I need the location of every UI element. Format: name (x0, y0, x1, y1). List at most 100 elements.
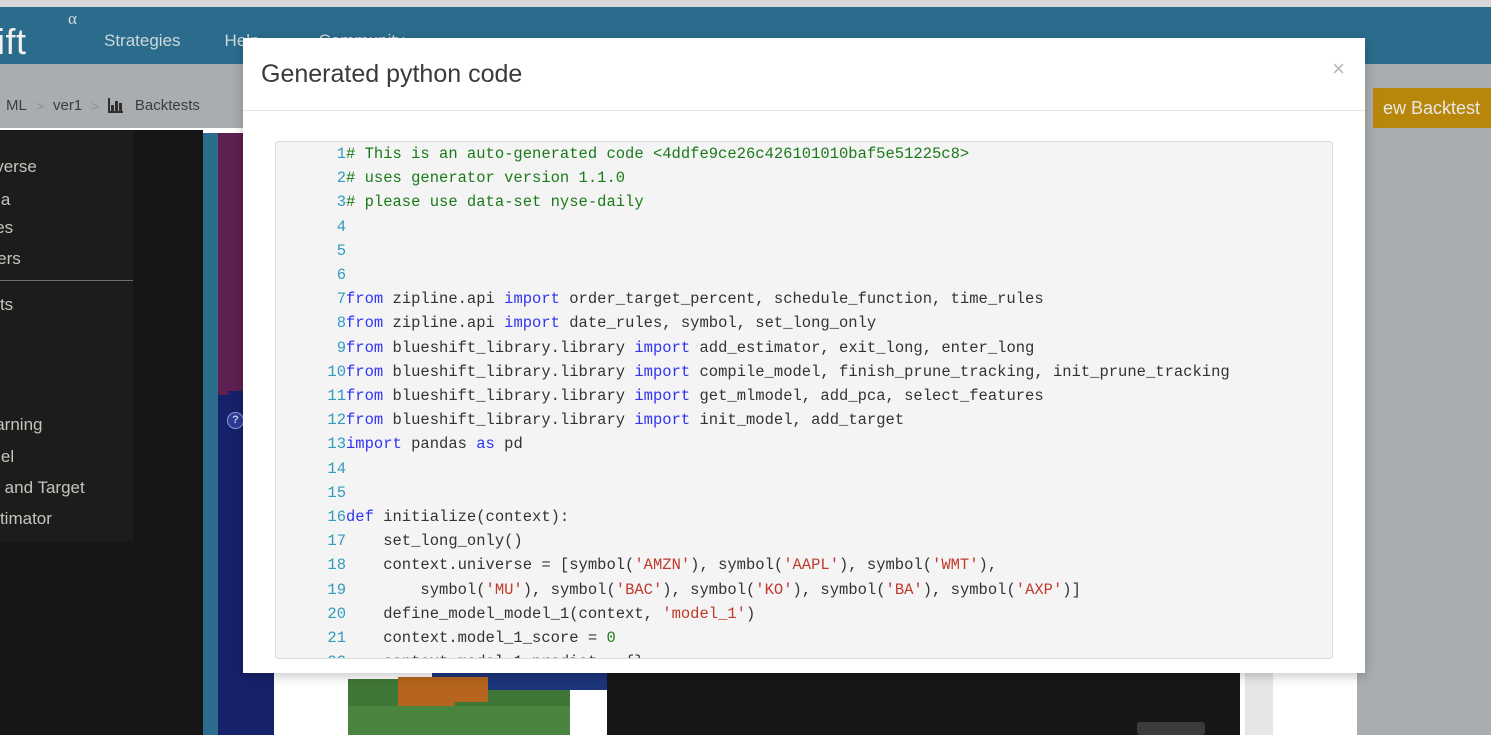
code-token: import (634, 338, 691, 357)
code-table: 1 # This is an auto-generated code <4ddfe… (276, 142, 1332, 658)
code-token: ), (978, 556, 998, 575)
new-backtest-button[interactable]: ew Backtest (1373, 88, 1491, 128)
code-token: from (346, 362, 384, 381)
code-token: context.universe = [symbol( (346, 556, 635, 575)
sidebar-divider (0, 280, 133, 281)
line-number: 22 (276, 650, 346, 658)
code-token: # please use data-set nyse-daily (346, 193, 644, 212)
modal-title: Generated python code (261, 60, 523, 88)
code-token: compile_model, finish_prune_tracking, in… (690, 362, 1230, 381)
nav-item-strategies[interactable]: Strategies (104, 31, 181, 51)
code-line: 14 (276, 457, 1332, 481)
line-number: 6 (336, 266, 346, 285)
code-text: context.universe = [symbol('AMZN'), symb… (346, 553, 1332, 577)
brand-alpha-superscript: α (68, 9, 77, 28)
code-token: )] (1062, 580, 1081, 599)
code-token: 'BAC' (615, 580, 663, 599)
code-token: from (346, 387, 384, 406)
breadcrumb-item-backtests[interactable]: Backtests (135, 97, 200, 114)
breadcrumb: ML > ver1 > Backtests (6, 97, 200, 114)
breadcrumb-separator: > (91, 97, 100, 114)
code-token: context.model_1_score = (346, 629, 607, 648)
code-token: add_estimator, exit_long, enter_long (690, 338, 1035, 357)
code-text: define_model_model_1(context, 'model_1') (346, 602, 1332, 626)
code-token: def (346, 508, 374, 527)
breadcrumb-item-ver1[interactable]: ver1 (53, 97, 82, 114)
line-number: 18 (327, 556, 346, 575)
line-number: 2 (336, 169, 346, 188)
sidebar-item-alpha[interactable]: pha (0, 190, 10, 210)
code-line: 12 from blueshift_library.library import … (276, 408, 1332, 432)
code-text (346, 481, 1332, 505)
code-token: zipline.api (383, 290, 505, 309)
sidebar-item-rules[interactable]: ules (0, 218, 13, 238)
code-text: # uses generator version 1.1.0 (346, 166, 1332, 190)
generated-code-modal: Generated python code × 1 # This is an au… (243, 38, 1365, 673)
code-token: pandas (401, 435, 477, 454)
code-token: date_rules, symbol, set_long_only (559, 314, 877, 333)
code-line: 10 from blueshift_library.library import … (276, 360, 1332, 384)
line-number: 5 (336, 241, 346, 260)
code-token: blueshift_library.library (383, 387, 635, 406)
code-line: 11 from blueshift_library.library import … (276, 384, 1332, 408)
code-line: 21 context.model_1_score = 0 (276, 626, 1332, 650)
close-icon[interactable]: × (1332, 58, 1345, 80)
sidebar-item-model[interactable]: odel (0, 447, 14, 467)
workspace-scrollbar[interactable] (1245, 665, 1273, 735)
code-text: from blueshift_library.library import ge… (346, 384, 1332, 408)
code-token: import (634, 411, 691, 430)
brand-logo[interactable]: shift (0, 21, 27, 63)
code-line: 13 import pandas as pd (276, 432, 1332, 456)
code-line: 22 context.model_1_predict = {} (276, 650, 1332, 658)
line-number: 17 (327, 532, 346, 551)
code-token: 0 (606, 629, 616, 648)
line-number: 21 (327, 629, 346, 648)
code-token: ), symbol( (839, 556, 933, 575)
workspace-block-notch (228, 391, 244, 399)
sidebar-item-universe[interactable]: niverse (0, 157, 37, 177)
modal-header: Generated python code × (243, 38, 1365, 111)
code-token: blueshift_library.library (383, 362, 635, 381)
code-line: 2 # uses generator version 1.1.0 (276, 166, 1332, 190)
code-text: from blueshift_library.library import ad… (346, 336, 1332, 360)
help-paragraph: gy blocks provid ocks. Select the as wel… (1357, 221, 1487, 406)
sidebar-item-features-and-target[interactable]: es and Target (0, 478, 85, 498)
code-token: import (504, 314, 560, 333)
code-text: # please use data-set nyse-daily (346, 190, 1332, 214)
code-token: context.model_1_predict = {} (346, 653, 643, 658)
help-paragraph-2: also provides th ilding: (1357, 420, 1487, 472)
code-text: context.model_1_score = 0 (346, 626, 1332, 650)
code-line: 17 set_long_only() (276, 529, 1332, 553)
sidebar-item-estimator[interactable]: estimator (0, 509, 52, 529)
help-question-icon[interactable]: ? (227, 412, 244, 429)
code-token: blueshift_library.library (383, 411, 635, 430)
code-text: context.model_1_predict = {} (346, 650, 1332, 658)
workspace-block-green-foot[interactable] (348, 706, 570, 735)
line-number: 9 (336, 338, 346, 357)
code-token: ), symbol( (922, 580, 1016, 599)
code-token: import (634, 362, 691, 381)
sidebar-item-learning[interactable]: learning (0, 415, 43, 435)
sidebar-item-training[interactable]: ng (0, 383, 1, 403)
code-line: 8 from zipline.api import date_rules, sym… (276, 311, 1332, 335)
sidebar-item-assets[interactable]: sets (0, 295, 13, 315)
code-token: # This is an auto-generated code <4ddfe9… (346, 145, 970, 163)
line-number: 19 (327, 580, 346, 599)
code-line: 16 def initialize(context): (276, 505, 1332, 529)
workspace-block-gray[interactable] (1137, 722, 1205, 735)
code-line: 6 (276, 263, 1332, 287)
code-text: # This is an auto-generated code <4ddfe9… (346, 142, 1332, 166)
code-line: 18 context.universe = [symbol('AMZN'), s… (276, 553, 1332, 577)
workspace-block-orange-arm[interactable] (398, 677, 488, 702)
code-text: set_long_only() (346, 529, 1332, 553)
code-viewer[interactable]: 1 # This is an auto-generated code <4ddfe… (275, 141, 1333, 659)
line-number: 16 (327, 508, 346, 527)
breadcrumb-item-ml[interactable]: ML (6, 97, 27, 114)
code-token: from (346, 338, 384, 357)
sidebar-item-orders[interactable]: rders (0, 249, 21, 269)
code-token: get_mlmodel, add_pca, select_features (690, 387, 1044, 406)
code-line: 7 from zipline.api import order_target_pe… (276, 287, 1332, 311)
code-token: 'KO' (755, 580, 793, 599)
code-token: import (504, 290, 560, 309)
code-token: 'MU' (485, 580, 523, 599)
